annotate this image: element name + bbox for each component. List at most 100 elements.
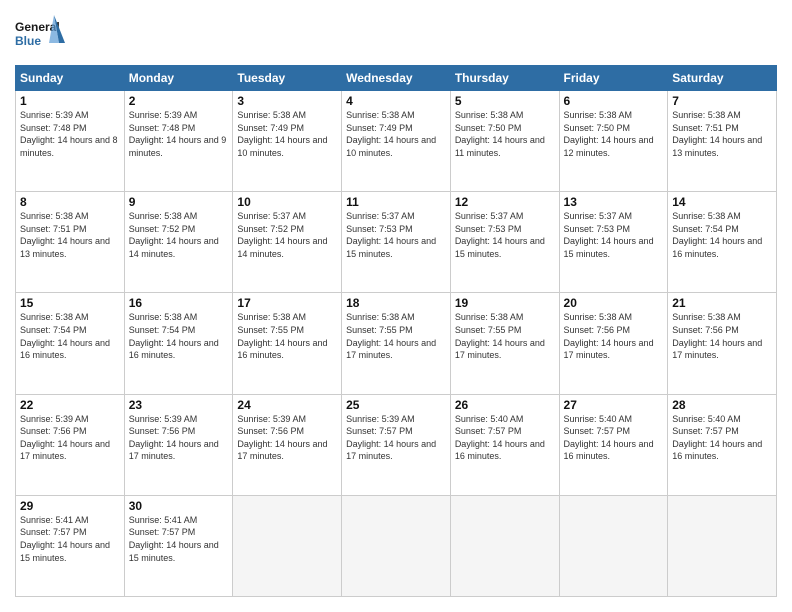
table-row: 18Sunrise: 5:38 AMSunset: 7:55 PMDayligh… xyxy=(342,293,451,394)
day-number: 13 xyxy=(564,195,664,209)
day-info: Sunrise: 5:40 AMSunset: 7:57 PMDaylight:… xyxy=(672,413,772,463)
day-info: Sunrise: 5:38 AMSunset: 7:49 PMDaylight:… xyxy=(346,109,446,159)
col-thursday: Thursday xyxy=(450,66,559,91)
table-row: 25Sunrise: 5:39 AMSunset: 7:57 PMDayligh… xyxy=(342,394,451,495)
day-number: 8 xyxy=(20,195,120,209)
day-number: 4 xyxy=(346,94,446,108)
day-info: Sunrise: 5:38 AMSunset: 7:52 PMDaylight:… xyxy=(129,210,229,260)
col-saturday: Saturday xyxy=(668,66,777,91)
day-info: Sunrise: 5:38 AMSunset: 7:55 PMDaylight:… xyxy=(455,311,555,361)
day-number: 6 xyxy=(564,94,664,108)
day-number: 24 xyxy=(237,398,337,412)
day-info: Sunrise: 5:37 AMSunset: 7:53 PMDaylight:… xyxy=(455,210,555,260)
table-row: 30Sunrise: 5:41 AMSunset: 7:57 PMDayligh… xyxy=(124,495,233,596)
day-info: Sunrise: 5:38 AMSunset: 7:56 PMDaylight:… xyxy=(672,311,772,361)
day-info: Sunrise: 5:37 AMSunset: 7:52 PMDaylight:… xyxy=(237,210,337,260)
day-number: 18 xyxy=(346,296,446,310)
page: General Blue Sunday Monday Tuesday Wedne… xyxy=(0,0,792,612)
day-number: 16 xyxy=(129,296,229,310)
col-wednesday: Wednesday xyxy=(342,66,451,91)
table-row xyxy=(233,495,342,596)
day-info: Sunrise: 5:40 AMSunset: 7:57 PMDaylight:… xyxy=(564,413,664,463)
day-info: Sunrise: 5:39 AMSunset: 7:57 PMDaylight:… xyxy=(346,413,446,463)
day-number: 1 xyxy=(20,94,120,108)
table-row xyxy=(450,495,559,596)
table-row: 27Sunrise: 5:40 AMSunset: 7:57 PMDayligh… xyxy=(559,394,668,495)
day-info: Sunrise: 5:37 AMSunset: 7:53 PMDaylight:… xyxy=(564,210,664,260)
day-number: 25 xyxy=(346,398,446,412)
day-number: 23 xyxy=(129,398,229,412)
day-info: Sunrise: 5:40 AMSunset: 7:57 PMDaylight:… xyxy=(455,413,555,463)
day-number: 30 xyxy=(129,499,229,513)
table-row: 2Sunrise: 5:39 AMSunset: 7:48 PMDaylight… xyxy=(124,91,233,192)
table-row: 1Sunrise: 5:39 AMSunset: 7:48 PMDaylight… xyxy=(16,91,125,192)
table-row: 11Sunrise: 5:37 AMSunset: 7:53 PMDayligh… xyxy=(342,192,451,293)
table-row: 6Sunrise: 5:38 AMSunset: 7:50 PMDaylight… xyxy=(559,91,668,192)
day-info: Sunrise: 5:39 AMSunset: 7:48 PMDaylight:… xyxy=(20,109,120,159)
day-number: 22 xyxy=(20,398,120,412)
logo-svg: General Blue xyxy=(15,15,65,57)
day-number: 21 xyxy=(672,296,772,310)
day-number: 20 xyxy=(564,296,664,310)
day-info: Sunrise: 5:39 AMSunset: 7:56 PMDaylight:… xyxy=(129,413,229,463)
day-number: 12 xyxy=(455,195,555,209)
table-row: 14Sunrise: 5:38 AMSunset: 7:54 PMDayligh… xyxy=(668,192,777,293)
table-row: 24Sunrise: 5:39 AMSunset: 7:56 PMDayligh… xyxy=(233,394,342,495)
table-row: 28Sunrise: 5:40 AMSunset: 7:57 PMDayligh… xyxy=(668,394,777,495)
table-row: 19Sunrise: 5:38 AMSunset: 7:55 PMDayligh… xyxy=(450,293,559,394)
calendar-table: Sunday Monday Tuesday Wednesday Thursday… xyxy=(15,65,777,597)
table-row xyxy=(342,495,451,596)
day-number: 29 xyxy=(20,499,120,513)
day-number: 27 xyxy=(564,398,664,412)
table-row: 16Sunrise: 5:38 AMSunset: 7:54 PMDayligh… xyxy=(124,293,233,394)
table-row: 23Sunrise: 5:39 AMSunset: 7:56 PMDayligh… xyxy=(124,394,233,495)
day-info: Sunrise: 5:39 AMSunset: 7:56 PMDaylight:… xyxy=(237,413,337,463)
table-row: 15Sunrise: 5:38 AMSunset: 7:54 PMDayligh… xyxy=(16,293,125,394)
day-info: Sunrise: 5:38 AMSunset: 7:51 PMDaylight:… xyxy=(20,210,120,260)
table-row: 29Sunrise: 5:41 AMSunset: 7:57 PMDayligh… xyxy=(16,495,125,596)
day-info: Sunrise: 5:39 AMSunset: 7:48 PMDaylight:… xyxy=(129,109,229,159)
day-info: Sunrise: 5:38 AMSunset: 7:54 PMDaylight:… xyxy=(672,210,772,260)
table-row: 8Sunrise: 5:38 AMSunset: 7:51 PMDaylight… xyxy=(16,192,125,293)
day-info: Sunrise: 5:41 AMSunset: 7:57 PMDaylight:… xyxy=(129,514,229,564)
day-number: 17 xyxy=(237,296,337,310)
col-sunday: Sunday xyxy=(16,66,125,91)
header: General Blue xyxy=(15,15,777,57)
table-row: 13Sunrise: 5:37 AMSunset: 7:53 PMDayligh… xyxy=(559,192,668,293)
table-row: 21Sunrise: 5:38 AMSunset: 7:56 PMDayligh… xyxy=(668,293,777,394)
table-row xyxy=(668,495,777,596)
table-row: 3Sunrise: 5:38 AMSunset: 7:49 PMDaylight… xyxy=(233,91,342,192)
day-number: 26 xyxy=(455,398,555,412)
day-info: Sunrise: 5:38 AMSunset: 7:51 PMDaylight:… xyxy=(672,109,772,159)
table-row xyxy=(559,495,668,596)
day-number: 5 xyxy=(455,94,555,108)
day-number: 15 xyxy=(20,296,120,310)
day-info: Sunrise: 5:38 AMSunset: 7:49 PMDaylight:… xyxy=(237,109,337,159)
day-number: 11 xyxy=(346,195,446,209)
day-number: 19 xyxy=(455,296,555,310)
day-info: Sunrise: 5:38 AMSunset: 7:54 PMDaylight:… xyxy=(129,311,229,361)
day-number: 14 xyxy=(672,195,772,209)
table-row: 5Sunrise: 5:38 AMSunset: 7:50 PMDaylight… xyxy=(450,91,559,192)
table-row: 4Sunrise: 5:38 AMSunset: 7:49 PMDaylight… xyxy=(342,91,451,192)
table-row: 17Sunrise: 5:38 AMSunset: 7:55 PMDayligh… xyxy=(233,293,342,394)
day-info: Sunrise: 5:38 AMSunset: 7:55 PMDaylight:… xyxy=(346,311,446,361)
day-number: 3 xyxy=(237,94,337,108)
day-number: 7 xyxy=(672,94,772,108)
day-number: 28 xyxy=(672,398,772,412)
day-info: Sunrise: 5:38 AMSunset: 7:55 PMDaylight:… xyxy=(237,311,337,361)
day-info: Sunrise: 5:38 AMSunset: 7:56 PMDaylight:… xyxy=(564,311,664,361)
day-info: Sunrise: 5:37 AMSunset: 7:53 PMDaylight:… xyxy=(346,210,446,260)
day-info: Sunrise: 5:39 AMSunset: 7:56 PMDaylight:… xyxy=(20,413,120,463)
day-number: 2 xyxy=(129,94,229,108)
table-row: 20Sunrise: 5:38 AMSunset: 7:56 PMDayligh… xyxy=(559,293,668,394)
svg-text:Blue: Blue xyxy=(15,34,41,48)
col-tuesday: Tuesday xyxy=(233,66,342,91)
logo: General Blue xyxy=(15,15,65,57)
day-number: 10 xyxy=(237,195,337,209)
day-info: Sunrise: 5:38 AMSunset: 7:50 PMDaylight:… xyxy=(564,109,664,159)
col-monday: Monday xyxy=(124,66,233,91)
col-friday: Friday xyxy=(559,66,668,91)
table-row: 7Sunrise: 5:38 AMSunset: 7:51 PMDaylight… xyxy=(668,91,777,192)
day-info: Sunrise: 5:41 AMSunset: 7:57 PMDaylight:… xyxy=(20,514,120,564)
